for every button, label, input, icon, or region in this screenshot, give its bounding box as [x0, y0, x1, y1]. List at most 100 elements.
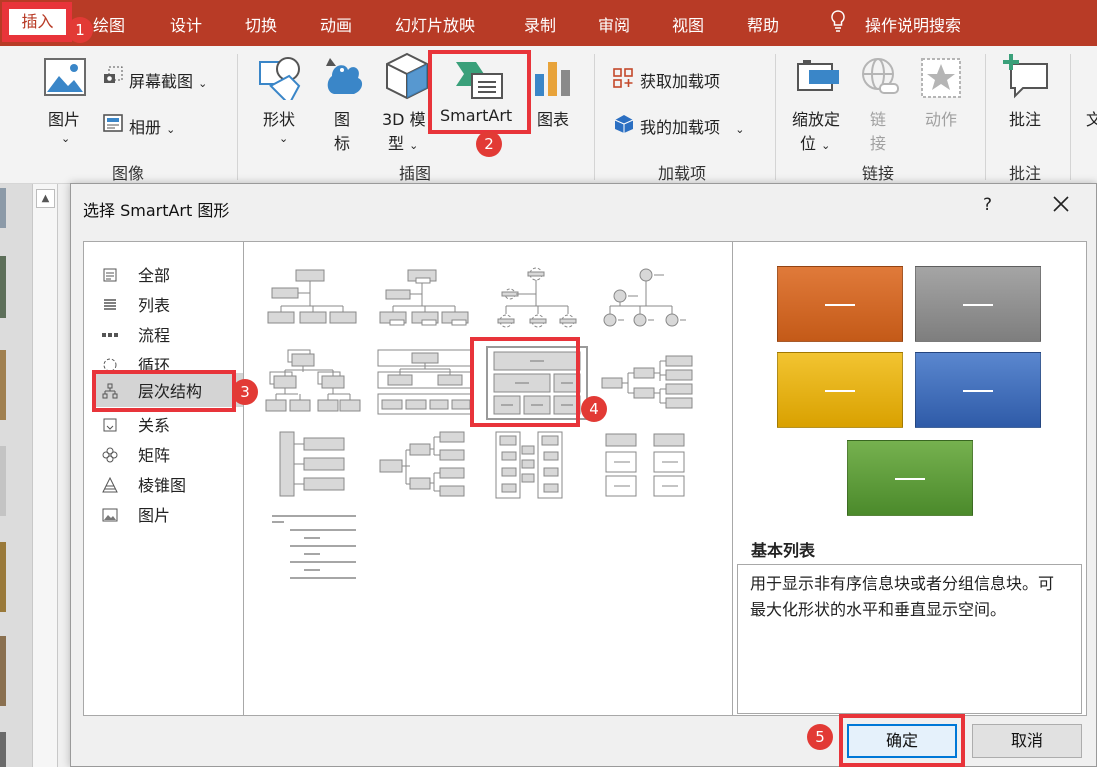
tab-view[interactable]: 视图	[672, 12, 704, 36]
tab-record[interactable]: 录制	[524, 12, 556, 36]
all-icon	[103, 268, 117, 282]
preview-block-gray	[915, 266, 1041, 342]
image-group-label: 图像	[112, 164, 145, 183]
category-list-item[interactable]: 列表	[102, 292, 170, 316]
text-button-partial[interactable]: 文	[1086, 106, 1097, 130]
horizontal-hierarchy-layout[interactable]	[600, 348, 698, 418]
callout-box-smartart	[428, 50, 531, 134]
preview-description: 用于显示非有序信息块或者分组信息块。可最大化形状的水平和垂直显示空间。	[737, 564, 1082, 714]
screenshot-icon	[104, 66, 123, 83]
tell-me-search[interactable]: 操作说明搜索	[865, 12, 961, 36]
icons-button-line2: 标	[334, 134, 351, 153]
shapes-button[interactable]: 形状	[263, 106, 295, 130]
relationship-icon	[103, 418, 117, 432]
chart-button[interactable]: 图表	[537, 106, 569, 130]
name-title-org-chart-layout[interactable]	[376, 266, 474, 336]
menu-bar: 插入 绘图 设计 切换 动画 幻灯片放映 录制 审阅 视图 帮助 操作说明搜索	[0, 0, 1097, 46]
lightbulb-icon	[831, 10, 845, 32]
get-addins-button[interactable]: 获取加载项	[640, 68, 720, 92]
category-pyramid[interactable]: 棱锥图	[102, 472, 186, 496]
hierarchy-list-layout[interactable]	[488, 430, 586, 500]
tab-review[interactable]: 审阅	[598, 12, 630, 36]
link-button-line2: 接	[870, 134, 887, 153]
callout-box-hierarchy	[92, 370, 236, 412]
screenshot-button[interactable]: 屏幕截图 ⌄	[129, 68, 207, 92]
cancel-button[interactable]: 取消	[972, 724, 1082, 758]
callout-box-insert-tab	[2, 2, 72, 42]
album-icon	[103, 114, 123, 132]
preview-block-blue	[915, 352, 1041, 428]
half-circle-org-chart-layout[interactable]	[488, 266, 586, 336]
matrix-icon	[102, 447, 118, 463]
org-chart-layout[interactable]	[264, 266, 362, 336]
scroll-up-icon[interactable]: ▲	[36, 189, 55, 208]
close-icon[interactable]	[1049, 192, 1073, 216]
help-button[interactable]: ?	[983, 195, 992, 215]
slide-thumbnail[interactable]	[0, 636, 6, 706]
lined-list-hierarchy-layout[interactable]	[264, 430, 362, 500]
step-badge-5: 5	[807, 724, 833, 750]
zoom-button[interactable]: 缩放定	[792, 106, 840, 130]
step-badge-2: 2	[476, 131, 502, 157]
tab-transitions[interactable]: 切换	[245, 12, 277, 36]
slide-thumbnail[interactable]	[0, 542, 6, 612]
slide-thumbnail[interactable]	[0, 446, 6, 516]
my-addins-button[interactable]: 我的加载项 ⌄	[640, 114, 745, 138]
step-badge-4: 4	[581, 396, 607, 422]
icons-button[interactable]: 图	[334, 106, 350, 130]
link-button[interactable]: 链	[870, 106, 886, 130]
tab-help[interactable]: 帮助	[747, 12, 779, 36]
album-button[interactable]: 相册 ⌄	[129, 114, 175, 138]
my-addins-icon	[614, 115, 634, 133]
icons-icon	[326, 58, 363, 94]
picture-icon	[102, 508, 118, 522]
comments-group-label: 批注	[1009, 164, 1042, 183]
slide-scrollbar[interactable]: ▲	[32, 184, 58, 767]
callout-box-ok	[839, 714, 965, 767]
action-icon	[921, 58, 961, 98]
comment-button[interactable]: 批注	[1009, 106, 1041, 130]
tab-animations[interactable]: 动画	[320, 12, 352, 36]
preview-layout-name: 基本列表	[751, 541, 816, 560]
layout-gallery	[243, 241, 733, 716]
pyramid-icon	[102, 477, 118, 493]
category-all[interactable]: 全部	[102, 262, 170, 286]
table-hierarchy-layout[interactable]	[376, 348, 474, 418]
tab-design[interactable]: 设计	[170, 12, 202, 36]
callout-box-layout	[470, 337, 580, 427]
category-list: 全部 列表 流程 循环 层次结构 关系 矩阵 棱锥图 图片	[83, 241, 244, 716]
chevron-down-icon: ⌄	[61, 132, 71, 145]
dialog-title: 选择 SmartArt 图形	[83, 201, 230, 220]
picture-button[interactable]: 图片	[48, 106, 80, 130]
category-process[interactable]: 流程	[102, 322, 170, 346]
labeled-hierarchy-layout[interactable]	[264, 348, 362, 418]
get-addins-icon	[613, 68, 633, 88]
slide-thumbnail[interactable]	[0, 350, 6, 420]
illustration-group-label: 插图	[399, 164, 432, 183]
chart-icon	[535, 62, 570, 96]
tab-draw[interactable]: 绘图	[93, 12, 125, 36]
category-picture[interactable]: 图片	[102, 502, 170, 526]
layout-preview: 基本列表 用于显示非有序信息块或者分组信息块。可最大化形状的水平和垂直显示空间。	[732, 241, 1087, 716]
process-icon	[102, 333, 118, 337]
zoom-icon	[797, 60, 839, 91]
slide-thumbnail[interactable]	[0, 188, 6, 228]
horizontal-org-chart-layout[interactable]	[376, 430, 474, 500]
addins-group-label: 加载项	[658, 164, 707, 183]
preview-block-green	[847, 440, 973, 516]
category-matrix[interactable]: 矩阵	[102, 442, 170, 466]
tab-slideshow[interactable]: 幻灯片放映	[395, 12, 475, 36]
circle-picture-hierarchy-layout[interactable]	[600, 266, 698, 336]
category-relationship[interactable]: 关系	[102, 412, 170, 436]
action-button[interactable]: 动作	[925, 106, 957, 130]
ribbon: 图片 ⌄ 屏幕截图 ⌄ 相册 ⌄ 图像 形状 ⌄ 图 标 3D 模 型 ⌄ Sm…	[0, 46, 1097, 184]
slide-thumbnail[interactable]	[0, 256, 6, 318]
chevron-down-icon: ⌄	[279, 132, 289, 145]
table-list-hierarchy-layout[interactable]	[600, 430, 698, 500]
3d-model-button[interactable]: 3D 模	[382, 106, 426, 130]
slide-thumbnail[interactable]	[0, 732, 6, 767]
architecture-layout[interactable]	[264, 512, 362, 582]
links-group-label: 链接	[862, 164, 895, 183]
step-badge-1: 1	[67, 17, 93, 43]
zoom-button-line2: 位 ⌄	[800, 134, 831, 153]
